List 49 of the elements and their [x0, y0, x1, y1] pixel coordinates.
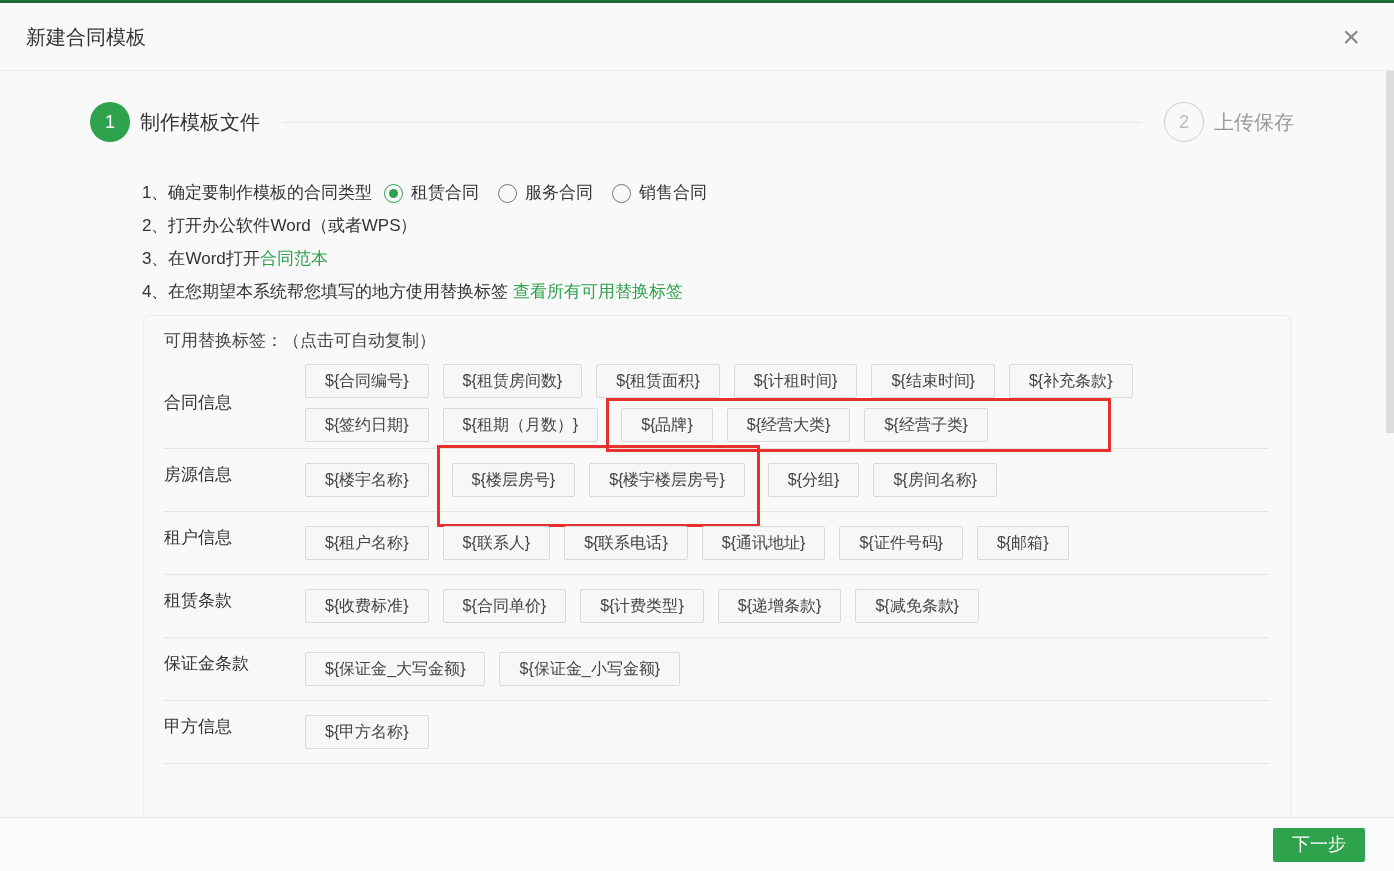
- tag-button[interactable]: ${楼宇名称}: [305, 462, 429, 497]
- panel-title: 可用替换标签：（点击可自动复制）: [164, 330, 437, 352]
- radio-option[interactable]: 销售合同: [612, 180, 708, 206]
- group-label: 房源信息: [164, 463, 233, 486]
- tag-button[interactable]: ${签约日期}: [305, 407, 429, 442]
- tag-button[interactable]: ${品牌}: [621, 407, 713, 442]
- tag-button[interactable]: ${合同编号}: [305, 363, 429, 398]
- dialog-title: 新建合同模板: [26, 24, 146, 50]
- tag-button[interactable]: ${通讯地址}: [701, 525, 826, 560]
- radio-option[interactable]: 租赁合同: [384, 180, 480, 206]
- step-label: 制作模板文件: [140, 110, 260, 135]
- tag-button[interactable]: ${租户名称}: [305, 525, 429, 560]
- tag-button[interactable]: ${联系电话}: [564, 525, 688, 560]
- group-label: 租户信息: [164, 526, 233, 549]
- instruction-text: 3、在Word打开: [142, 248, 260, 271]
- tag-button[interactable]: ${减免条款}: [855, 588, 979, 623]
- tag-button[interactable]: ${递增条款}: [717, 588, 842, 623]
- tag-button[interactable]: ${邮箱}: [976, 525, 1069, 560]
- group-label: 合同信息: [164, 391, 233, 414]
- tag-button[interactable]: ${租赁面积}: [596, 363, 720, 398]
- radio-option[interactable]: 服务合同: [498, 180, 594, 206]
- tag-button[interactable]: ${收费标准}: [305, 588, 429, 623]
- instruction-text: 4、在您期望本系统帮您填写的地方使用替换标签: [142, 281, 510, 304]
- group-label: 租赁条款: [164, 589, 233, 612]
- tag-button[interactable]: ${经营大类}: [726, 407, 851, 442]
- tag-button[interactable]: ${补充条款}: [1008, 363, 1133, 398]
- tag-button[interactable]: ${证件号码}: [839, 525, 963, 560]
- tag-button[interactable]: ${楼宇楼层房号}: [589, 462, 745, 497]
- tag-button[interactable]: ${合同单价}: [442, 588, 567, 623]
- instruction-text: 1、确定要制作模板的合同类型: [142, 182, 373, 205]
- scrollbar-thumb[interactable]: [1386, 71, 1394, 433]
- tag-button[interactable]: ${联系人}: [442, 525, 551, 560]
- tag-button[interactable]: ${楼层房号}: [451, 462, 576, 497]
- group-label: 甲方信息: [164, 715, 233, 738]
- tag-button[interactable]: ${租赁房间数}: [442, 363, 583, 398]
- tag-button[interactable]: ${甲方名称}: [305, 714, 429, 749]
- tag-button[interactable]: ${保证金_小写金额}: [499, 651, 680, 686]
- tag-button[interactable]: ${保证金_大写金额}: [305, 651, 486, 686]
- tag-button[interactable]: ${分组}: [767, 462, 860, 497]
- step-label: 上传保存: [1214, 110, 1294, 135]
- tag-button[interactable]: ${租期（月数）}: [442, 407, 599, 442]
- group-label: 保证金条款: [164, 652, 250, 675]
- instruction-text: 2、打开办公软件Word（或者WPS）: [142, 215, 418, 238]
- tag-button[interactable]: ${经营子类}: [864, 407, 988, 442]
- tag-button[interactable]: ${计费类型}: [580, 588, 704, 623]
- tag-button[interactable]: ${结束时间}: [871, 363, 995, 398]
- step-number: 1: [90, 102, 130, 142]
- tag-button[interactable]: ${计租时间}: [733, 363, 858, 398]
- tag-button[interactable]: ${房间名称}: [873, 462, 997, 497]
